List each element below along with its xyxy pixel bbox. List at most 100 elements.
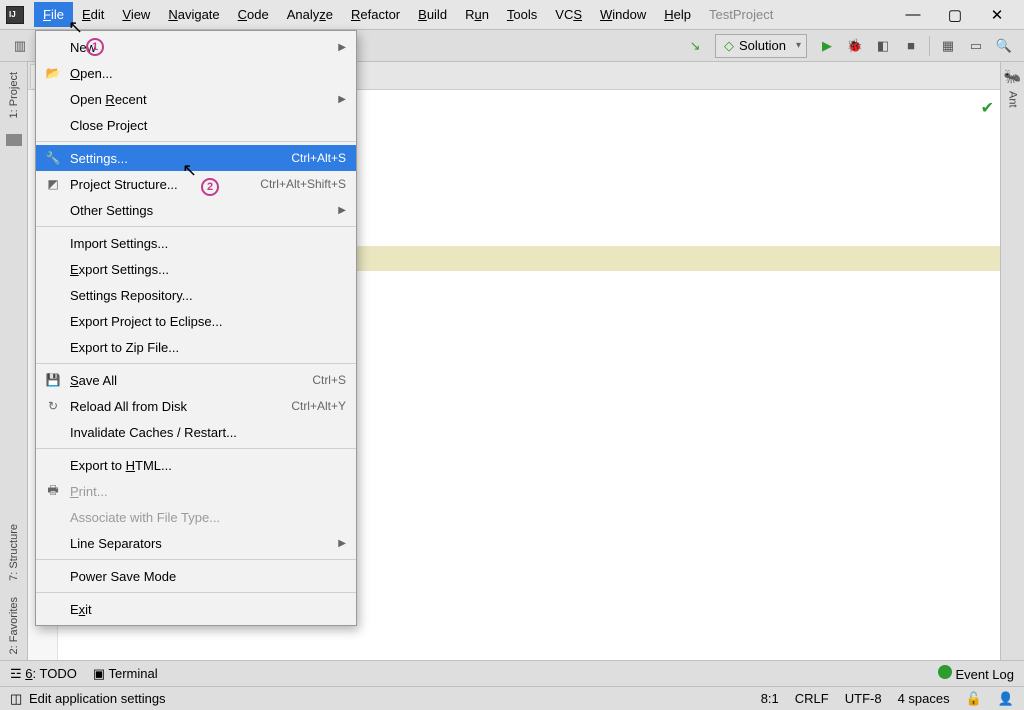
menu-item-project-structure[interactable]: ◩Project Structure...Ctrl+Alt+Shift+S: [36, 171, 356, 197]
menu-item-label: Line Separators: [70, 536, 338, 551]
blank-icon: [44, 117, 62, 133]
submenu-arrow-icon: ▶: [338, 94, 346, 105]
menu-item-label: Export Project to Eclipse...: [70, 314, 346, 329]
menu-item-label: Other Settings: [70, 203, 338, 218]
status-bar: ◫ Edit application settings 8:1 CRLF UTF…: [0, 686, 1024, 710]
menu-item-label: New: [70, 40, 338, 55]
status-line-ending[interactable]: CRLF: [795, 691, 829, 706]
menu-item-line-separators[interactable]: Line Separators▶: [36, 530, 356, 556]
menu-item-label: Project Structure...: [70, 177, 260, 192]
window-minimize-button[interactable]: —: [892, 0, 934, 30]
event-log-tool[interactable]: Event Log: [938, 665, 1014, 682]
blank-icon: [44, 313, 62, 329]
wrench-icon: 🔧: [44, 150, 62, 166]
menu-item-associate-with-file-type: Associate with File Type...: [36, 504, 356, 530]
menu-item-export-project-to-eclipse[interactable]: Export Project to Eclipse...: [36, 308, 356, 334]
menu-item-label: Export to HTML...: [70, 458, 346, 473]
blank-icon: [44, 568, 62, 584]
window-maximize-button[interactable]: ▢: [934, 0, 976, 30]
menubar: File Edit View Navigate Code Analyze Ref…: [0, 0, 1024, 30]
menu-item-print: 🖶Print...: [36, 478, 356, 504]
todo-tool[interactable]: ☲ 6: TODO: [10, 666, 77, 682]
menu-file[interactable]: File: [34, 2, 73, 27]
window-close-button[interactable]: ✕: [976, 0, 1018, 30]
menu-item-label: Open...: [70, 66, 346, 81]
blank-icon: [44, 424, 62, 440]
menu-item-label: Import Settings...: [70, 236, 346, 251]
menu-item-label: Settings...: [70, 151, 291, 166]
menu-code[interactable]: Code: [229, 2, 278, 27]
blank-icon: [44, 287, 62, 303]
status-window-icon[interactable]: ◫: [10, 691, 22, 707]
project-view-icon[interactable]: ▥: [8, 34, 32, 58]
menu-item-settings[interactable]: 🔧 Settings...Ctrl+Alt+S: [36, 145, 356, 171]
menu-help[interactable]: Help: [655, 2, 700, 27]
sidebar-ant[interactable]: Ant: [1004, 85, 1022, 114]
open-icon: 📂: [44, 65, 62, 81]
menu-item-exit[interactable]: Exit: [36, 596, 356, 622]
menu-window[interactable]: Window: [591, 2, 655, 27]
status-indent[interactable]: 4 spaces: [898, 691, 950, 706]
submenu-arrow-icon: ▶: [338, 538, 346, 549]
blank-icon: [44, 202, 62, 218]
menu-navigate[interactable]: Navigate: [159, 2, 228, 27]
menu-tools[interactable]: Tools: [498, 2, 546, 27]
sidebar-structure[interactable]: 7: Structure: [5, 518, 23, 587]
menu-item-label: Exit: [70, 602, 346, 617]
menu-item-close-project[interactable]: Close Project: [36, 112, 356, 138]
ant-icon[interactable]: 🐜: [1004, 68, 1021, 85]
status-encoding[interactable]: UTF-8: [845, 691, 882, 706]
menu-item-power-save-mode[interactable]: Power Save Mode: [36, 563, 356, 589]
search-everywhere-button[interactable]: 🔍: [992, 34, 1016, 58]
reload-icon: ↻: [44, 398, 62, 414]
menu-analyze[interactable]: Analyze: [278, 2, 342, 27]
terminal-tool[interactable]: ▣ Terminal: [93, 666, 158, 682]
menu-refactor[interactable]: Refactor: [342, 2, 409, 27]
status-hector-icon[interactable]: 👤: [998, 691, 1014, 707]
menu-run[interactable]: Run: [456, 2, 498, 27]
menu-item-label: Reload All from Disk: [70, 399, 291, 414]
menu-item-settings-repository[interactable]: Settings Repository...: [36, 282, 356, 308]
status-hint: Edit application settings: [29, 691, 166, 706]
menu-item-new[interactable]: New▶: [36, 34, 356, 60]
tool-button-2[interactable]: ▭: [964, 34, 988, 58]
sidebar-project[interactable]: 1: Project: [5, 66, 23, 124]
debug-button[interactable]: 🐞: [843, 34, 867, 58]
tool-button-1[interactable]: ▦: [936, 34, 960, 58]
menu-item-label: Settings Repository...: [70, 288, 346, 303]
menu-item-open[interactable]: 📂 Open...: [36, 60, 356, 86]
status-position[interactable]: 8:1: [761, 691, 779, 706]
menu-build[interactable]: Build: [409, 2, 456, 27]
menu-item-label: Export Settings...: [70, 262, 346, 277]
menu-shortcut: Ctrl+Alt+S: [291, 151, 346, 165]
menu-item-other-settings[interactable]: Other Settings▶: [36, 197, 356, 223]
blank-icon: [44, 457, 62, 473]
app-icon: [6, 6, 24, 24]
stop-button[interactable]: ■: [899, 34, 923, 58]
menu-item-invalidate-caches-restart[interactable]: Invalidate Caches / Restart...: [36, 419, 356, 445]
menu-item-export-to-html[interactable]: Export to HTML...: [36, 452, 356, 478]
menu-item-export-to-zip-file[interactable]: Export to Zip File...: [36, 334, 356, 360]
sidebar-folder-icon[interactable]: [6, 134, 22, 146]
menu-item-import-settings[interactable]: Import Settings...: [36, 230, 356, 256]
menu-item-save-all[interactable]: 💾Save AllCtrl+S: [36, 367, 356, 393]
menu-edit[interactable]: Edit: [73, 2, 113, 27]
bottom-tool-bar: ☲ 6: TODO ▣ Terminal Event Log: [0, 660, 1024, 686]
menu-vcs[interactable]: VCS: [546, 2, 591, 27]
menu-item-reload-all-from-disk[interactable]: ↻Reload All from DiskCtrl+Alt+Y: [36, 393, 356, 419]
menu-item-export-settings[interactable]: Export Settings...: [36, 256, 356, 282]
build-icon[interactable]: ↘: [683, 34, 707, 58]
menu-item-open-recent[interactable]: Open Recent▶: [36, 86, 356, 112]
menu-view[interactable]: View: [113, 2, 159, 27]
inspection-ok-icon: ✔: [981, 96, 994, 121]
run-button[interactable]: ▶: [815, 34, 839, 58]
coverage-button[interactable]: ◧: [871, 34, 895, 58]
blank-icon: [44, 339, 62, 355]
menu-shortcut: Ctrl+Alt+Shift+S: [260, 177, 346, 191]
menu-item-label: Close Project: [70, 118, 346, 133]
menu-shortcut: Ctrl+S: [312, 373, 346, 387]
status-lock-icon[interactable]: 🔓: [966, 691, 982, 707]
print-icon: 🖶: [44, 483, 62, 499]
sidebar-favorites[interactable]: 2: Favorites: [5, 591, 23, 660]
run-config-select[interactable]: ◇Solution: [715, 34, 807, 58]
